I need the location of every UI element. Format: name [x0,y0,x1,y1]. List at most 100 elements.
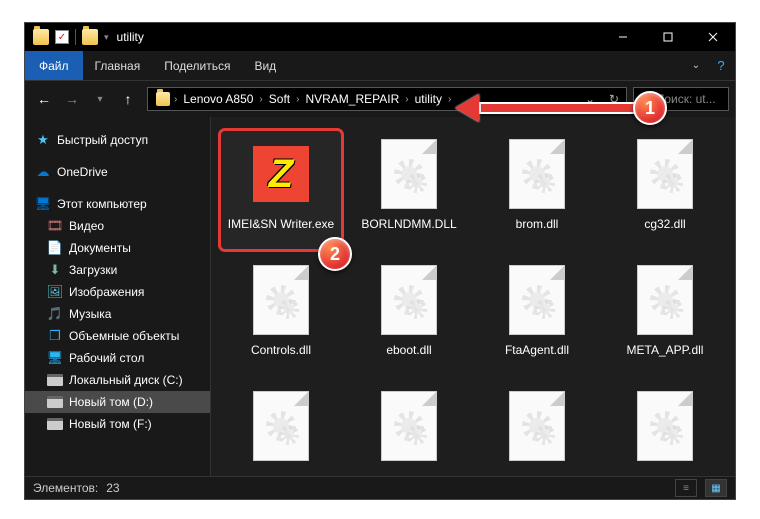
file-item[interactable]: eboot.dll [347,255,471,377]
sidebar-item[interactable]: 🖥 Рабочий стол [25,347,210,369]
sidebar-drive[interactable]: Новый том (F:) [25,413,210,435]
drive-icon [47,372,63,388]
dll-icon [503,135,571,213]
window-title: utility [117,30,600,44]
sidebar-item-label: Объемные объекты [69,329,179,343]
tab-home[interactable]: Главная [83,51,153,80]
sidebar-item[interactable]: 📄 Документы [25,237,210,259]
folder-icon [82,29,98,45]
minimize-icon [618,32,628,42]
sidebar-item-label: Этот компьютер [57,197,147,211]
maximize-icon [663,32,673,42]
sidebar-item-label: Документы [69,241,131,255]
folder-type-icon: 🎵 [47,306,63,322]
sidebar-item-label: Локальный диск (C:) [69,373,183,387]
chevron-right-icon: › [448,94,451,105]
sidebar-item-label: OneDrive [57,165,108,179]
file-label: cg32.dll [644,217,685,231]
ribbon-expand-icon[interactable]: ⌄ [685,51,707,80]
dll-icon [375,135,443,213]
exe-icon: Z [253,146,309,202]
files-pane[interactable]: ZIMEI&SN Writer.exeBORLNDMM.DLLbrom.dll c… [211,117,735,476]
dll-icon [631,261,699,339]
sidebar-item-label: Музыка [69,307,111,321]
file-item[interactable] [475,381,599,476]
drive-icon [47,394,63,410]
view-large-icons-button[interactable]: ▦ [705,479,727,497]
sidebar-item-label: Видео [69,219,104,233]
dll-icon [375,261,443,339]
close-button[interactable] [690,23,735,51]
file-item[interactable]: BORLNDMM.DLL [347,129,471,251]
sidebar-item[interactable]: 🎞 Видео [25,215,210,237]
sidebar-item-label: Новый том (D:) [69,395,153,409]
view-details-button[interactable]: ≡ [675,479,697,497]
back-button[interactable]: ← [31,86,57,112]
body: ★ Быстрый доступ ☁ OneDrive 🖥 Этот компь… [25,117,735,476]
dll-icon [503,387,571,465]
pc-icon: 🖥 [35,196,51,212]
file-label: eboot.dll [386,343,431,357]
file-item[interactable] [603,381,727,476]
sidebar-item[interactable]: ❒ Объемные объекты [25,325,210,347]
folder-type-icon: 🖼 [47,284,63,300]
recent-locations-button[interactable]: ▾ [87,86,113,112]
maximize-button[interactable] [645,23,690,51]
sidebar-onedrive[interactable]: ☁ OneDrive [25,161,210,183]
dll-icon [247,261,315,339]
folder-type-icon: ⬇ [47,262,63,278]
file-label: Controls.dll [251,343,311,357]
help-icon[interactable]: ? [707,51,735,80]
dll-icon [503,261,571,339]
folder-type-icon: 🖥 [47,350,63,366]
breadcrumb[interactable]: Lenovo A850 [177,88,259,110]
file-item[interactable] [219,381,343,476]
sidebar-drive[interactable]: Новый том (D:) [25,391,210,413]
ribbon: Файл Главная Поделиться Вид ⌄ ? [25,51,735,81]
tab-view[interactable]: Вид [242,51,288,80]
folder-type-icon: 🎞 [47,218,63,234]
folder-icon [33,29,49,45]
file-label: META_APP.dll [627,343,704,357]
annotation-callout-1: 1 [633,91,667,125]
file-item[interactable]: ZIMEI&SN Writer.exe [219,129,343,251]
folder-type-icon: 📄 [47,240,63,256]
forward-button[interactable]: → [59,86,85,112]
file-item[interactable]: META_APP.dll [603,255,727,377]
status-bar: Элементов: 23 ≡ ▦ [25,476,735,499]
sidebar-drive[interactable]: Локальный диск (C:) [25,369,210,391]
titlebar: ✓ ▾ utility [25,23,735,51]
file-item[interactable] [347,381,471,476]
sidebar-this-pc[interactable]: 🖥 Этот компьютер [25,193,210,215]
file-tab[interactable]: Файл [25,51,83,80]
cloud-icon: ☁ [35,164,51,180]
sidebar-item-label: Загрузки [69,263,117,277]
close-icon [708,32,718,42]
dll-icon [631,135,699,213]
file-item[interactable]: FtaAgent.dll [475,255,599,377]
sidebar-item-label: Рабочий стол [69,351,144,365]
up-button[interactable]: ↑ [115,86,141,112]
annotation-callout-2: 2 [318,237,352,271]
breadcrumb[interactable]: utility [409,88,448,110]
breadcrumb[interactable]: NVRAM_REPAIR [299,88,405,110]
sidebar-item[interactable]: 🎵 Музыка [25,303,210,325]
sidebar-item-label: Новый том (F:) [69,417,152,431]
sidebar-quick-access[interactable]: ★ Быстрый доступ [25,129,210,151]
drive-icon [47,416,63,432]
sidebar-item[interactable]: ⬇ Загрузки [25,259,210,281]
dll-icon [247,387,315,465]
minimize-button[interactable] [600,23,645,51]
divider [75,29,76,45]
folder-type-icon: ❒ [47,328,63,344]
qat-properties-icon[interactable]: ✓ [55,30,69,44]
dll-icon [375,387,443,465]
breadcrumb[interactable]: Soft [263,88,296,110]
file-item[interactable]: cg32.dll [603,129,727,251]
file-label: FtaAgent.dll [505,343,569,357]
file-item[interactable]: Controls.dll [219,255,343,377]
qat-dropdown-icon[interactable]: ▾ [104,32,109,43]
sidebar-item[interactable]: 🖼Изображения [25,281,210,303]
tab-share[interactable]: Поделиться [152,51,242,80]
file-item[interactable]: brom.dll [475,129,599,251]
